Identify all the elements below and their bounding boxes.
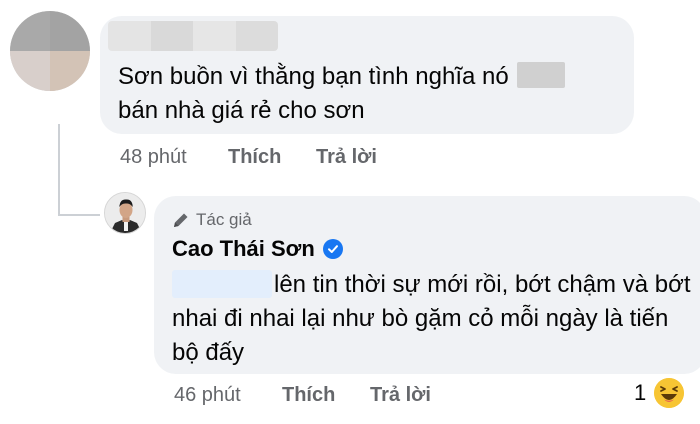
reply-like-button[interactable]: Thích xyxy=(282,384,335,407)
reaction-count: 1 xyxy=(634,380,647,405)
author-name[interactable]: Cao Thái Sơn xyxy=(172,236,315,262)
author-badge: Tác giả xyxy=(172,210,252,230)
comment-reply-button[interactable]: Trả lời xyxy=(316,146,377,169)
comment-time: 48 phút xyxy=(120,146,187,168)
commenter-avatar-blurred[interactable] xyxy=(10,11,90,91)
reply-bubble: Tác giả Cao Thái Sơn lên tin thời sự mới… xyxy=(154,196,700,374)
blurred-word xyxy=(517,62,566,88)
thread-line xyxy=(58,124,60,216)
comment-like-button[interactable]: Thích xyxy=(228,146,281,169)
comment-text: Sơn buồn vì thằng bạn tình nghĩa nó bán … xyxy=(118,60,638,128)
person-photo-icon xyxy=(105,193,145,233)
reply-reply-button[interactable]: Trả lời xyxy=(370,384,431,407)
haha-reaction-icon xyxy=(654,378,685,408)
commenter-name-blurred[interactable] xyxy=(108,21,278,51)
author-name-row: Cao Thái Sơn xyxy=(172,236,343,262)
blurred-mention[interactable] xyxy=(172,270,272,298)
verified-badge-icon xyxy=(322,239,343,259)
reply-text: lên tin thời sự mới rồi, bớt chậm và bớt… xyxy=(172,268,692,370)
reply-time: 46 phút xyxy=(174,384,241,406)
pencil-icon xyxy=(174,213,188,227)
thread-line-branch xyxy=(58,214,100,216)
comment-text-part-1: Sơn buồn vì thằng bạn tình nghĩa nó xyxy=(118,63,509,90)
reaction-summary[interactable]: 1 xyxy=(634,378,685,408)
comment-bubble: Sơn buồn vì thằng bạn tình nghĩa nó bán … xyxy=(100,16,634,134)
comment-text-part-2: bán nhà giá rẻ cho sơn xyxy=(118,97,365,124)
author-badge-label: Tác giả xyxy=(196,210,252,229)
author-avatar[interactable] xyxy=(104,192,146,234)
